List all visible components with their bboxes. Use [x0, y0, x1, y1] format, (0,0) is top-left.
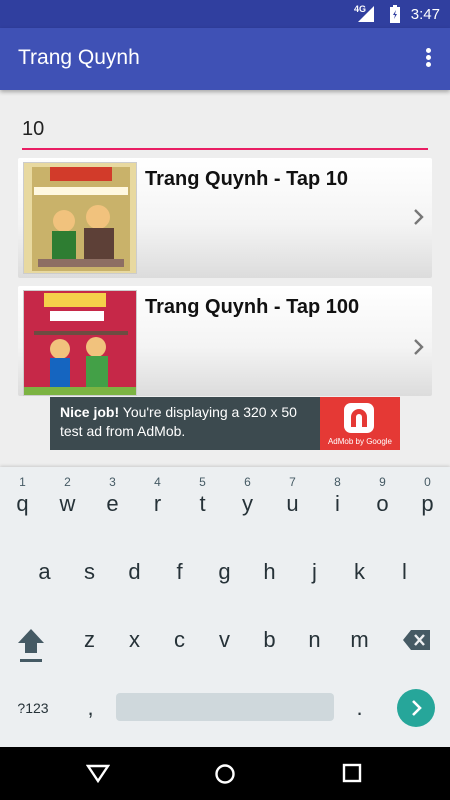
- app-bar: Trang Quynh: [0, 28, 450, 90]
- home-icon[interactable]: [214, 763, 236, 785]
- item-title: Trang Quynh - Tap 100: [145, 296, 360, 318]
- item-title: Trang Quynh - Tap 10: [145, 168, 348, 190]
- space-key[interactable]: [116, 693, 334, 721]
- back-icon[interactable]: [86, 763, 110, 783]
- key-w[interactable]: 2w: [45, 475, 90, 531]
- book-cover-thumbnail: [23, 290, 137, 396]
- battery-icon: [390, 5, 400, 23]
- key-comma[interactable]: ,: [68, 681, 113, 735]
- key-c[interactable]: c: [157, 613, 202, 667]
- book-cover-thumbnail: [23, 162, 137, 274]
- key-z[interactable]: z: [67, 613, 112, 667]
- key-b[interactable]: b: [247, 613, 292, 667]
- ad-text: Nice job! You're displaying a 320 x 50 t…: [60, 403, 320, 441]
- key-q[interactable]: 1q: [0, 475, 45, 531]
- key-g[interactable]: g: [202, 545, 247, 599]
- key-m[interactable]: m: [337, 613, 382, 667]
- backspace-icon[interactable]: [402, 629, 432, 651]
- clock: 3:47: [410, 6, 440, 23]
- key-j[interactable]: j: [292, 545, 337, 599]
- key-s[interactable]: s: [67, 545, 112, 599]
- recents-icon[interactable]: [342, 763, 362, 783]
- key-p[interactable]: 0p: [405, 475, 450, 531]
- list-item[interactable]: Trang Quynh - Tap 100: [18, 286, 432, 396]
- key-i[interactable]: 8i: [315, 475, 360, 531]
- app-title: Trang Quynh: [18, 46, 140, 69]
- admob-by-google: AdMob by Google: [327, 437, 393, 446]
- key-u[interactable]: 7u: [270, 475, 315, 531]
- chevron-right-icon: [412, 700, 422, 716]
- list-item[interactable]: Trang Quynh - Tap 10: [18, 158, 432, 278]
- status-bar: 4G 3:47: [0, 0, 450, 28]
- key-e[interactable]: 3e: [90, 475, 135, 531]
- key-d[interactable]: d: [112, 545, 157, 599]
- key-x[interactable]: x: [112, 613, 157, 667]
- admob-logo-icon: [344, 403, 374, 433]
- key-k[interactable]: k: [337, 545, 382, 599]
- soft-keyboard: 1q 2w 3e 4r 5t 6y 7u 8i 9o 0p a s d f g …: [0, 467, 450, 747]
- key-v[interactable]: v: [202, 613, 247, 667]
- go-key[interactable]: [397, 689, 435, 727]
- key-n[interactable]: n: [292, 613, 337, 667]
- ad-banner[interactable]: Nice job! You're displaying a 320 x 50 t…: [50, 397, 400, 450]
- key-y[interactable]: 6y: [225, 475, 270, 531]
- key-h[interactable]: h: [247, 545, 292, 599]
- chevron-right-icon: [414, 209, 424, 225]
- key-o[interactable]: 9o: [360, 475, 405, 531]
- nav-bar: [0, 747, 450, 800]
- search-field-container: [22, 112, 428, 150]
- symbols-key[interactable]: ?123: [10, 681, 56, 735]
- signal-icon: [358, 6, 374, 22]
- key-period[interactable]: .: [337, 681, 382, 735]
- key-r[interactable]: 4r: [135, 475, 180, 531]
- key-a[interactable]: a: [22, 545, 67, 599]
- chevron-right-icon: [414, 339, 424, 355]
- key-l[interactable]: l: [382, 545, 427, 599]
- key-f[interactable]: f: [157, 545, 202, 599]
- search-input[interactable]: [22, 112, 428, 146]
- key-t[interactable]: 5t: [180, 475, 225, 531]
- ad-headline: Nice job!: [60, 404, 120, 420]
- more-vert-icon[interactable]: [424, 48, 432, 72]
- admob-brand: AdMob by Google: [320, 397, 400, 450]
- shift-icon[interactable]: [16, 627, 46, 663]
